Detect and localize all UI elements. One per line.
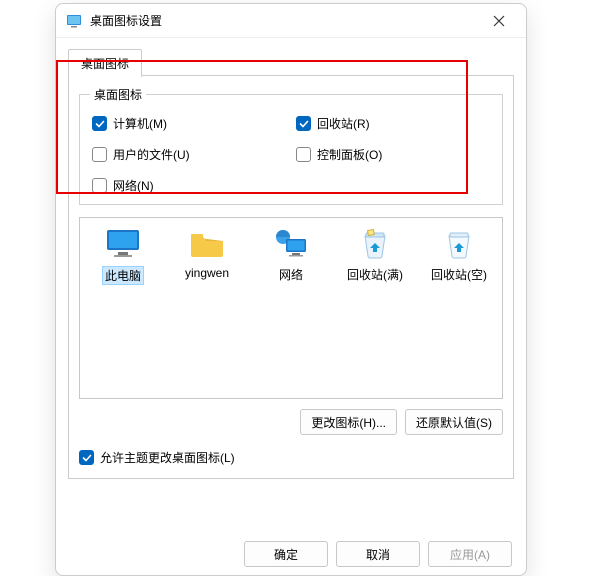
tab-desktop-icons[interactable]: 桌面图标: [68, 49, 142, 77]
icon-item-network[interactable]: 网络: [256, 228, 326, 283]
icon-preview-list[interactable]: 此电脑 yingwen: [79, 217, 503, 399]
close-button[interactable]: [482, 7, 516, 35]
cancel-button[interactable]: 取消: [336, 541, 420, 567]
apply-button[interactable]: 应用(A): [428, 541, 512, 567]
folder-icon: [188, 228, 226, 260]
change-icon-button[interactable]: 更改图标(H)...: [300, 409, 397, 435]
network-icon: [272, 228, 310, 260]
group-title: 桌面图标: [90, 86, 146, 103]
checkbox-label: 用户的文件(U): [113, 146, 190, 163]
checkbox-label: 网络(N): [113, 177, 154, 194]
group-desktop-icons: 桌面图标 计算机(M) 回收站(R) 用户的文件(U): [79, 94, 503, 205]
ok-button[interactable]: 确定: [244, 541, 328, 567]
recycle-bin-empty-icon: [440, 228, 478, 260]
icon-label: 回收站(满): [345, 266, 405, 283]
tabstrip: 桌面图标: [68, 48, 514, 76]
checkbox-label: 回收站(R): [317, 115, 370, 132]
checkbox-network[interactable]: 网络(N): [92, 177, 286, 194]
checkbox-user-files[interactable]: 用户的文件(U): [92, 146, 286, 163]
dialog-window: 桌面图标设置 桌面图标 桌面图标 计算机(M) 回收站(R): [55, 3, 527, 576]
icon-item-user-folder[interactable]: yingwen: [172, 228, 242, 280]
checkbox-label: 控制面板(O): [317, 146, 382, 163]
monitor-icon: [104, 228, 142, 260]
checkbox-control-panel[interactable]: 控制面板(O): [296, 146, 490, 163]
recycle-bin-full-icon: [356, 228, 394, 260]
checkbox-box: [92, 178, 107, 193]
client-area: 桌面图标 桌面图标 计算机(M) 回收站(R) 用户: [56, 38, 526, 485]
icon-label: 回收站(空): [429, 266, 489, 283]
icon-action-row: 更改图标(H)... 还原默认值(S): [79, 409, 503, 435]
checkbox-label: 计算机(M): [113, 115, 167, 132]
checkbox-recycle-bin[interactable]: 回收站(R): [296, 115, 490, 132]
checkbox-box: [296, 147, 311, 162]
allow-themes-checkbox[interactable]: 允许主题更改桌面图标(L): [79, 449, 503, 466]
icon-item-recycle-empty[interactable]: 回收站(空): [424, 228, 494, 283]
checkbox-grid: 计算机(M) 回收站(R) 用户的文件(U) 控制面板(O): [92, 111, 490, 194]
checkbox-box: [92, 147, 107, 162]
icon-item-this-pc[interactable]: 此电脑: [88, 228, 158, 285]
checkmark-icon: [296, 116, 311, 131]
checkmark-icon: [92, 116, 107, 131]
restore-defaults-button[interactable]: 还原默认值(S): [405, 409, 503, 435]
allow-themes-label: 允许主题更改桌面图标(L): [100, 449, 235, 466]
app-icon: [66, 13, 82, 29]
icon-item-recycle-full[interactable]: 回收站(满): [340, 228, 410, 283]
dialog-footer: 确定 取消 应用(A): [244, 541, 512, 567]
dialog-title: 桌面图标设置: [90, 12, 482, 29]
tab-page: 桌面图标 计算机(M) 回收站(R) 用户的文件(U): [68, 76, 514, 479]
icon-label: 网络: [277, 266, 305, 283]
icon-label: yingwen: [183, 266, 231, 280]
checkmark-icon: [79, 450, 94, 465]
icon-label: 此电脑: [102, 266, 144, 285]
checkbox-computer[interactable]: 计算机(M): [92, 115, 286, 132]
titlebar: 桌面图标设置: [56, 4, 526, 38]
